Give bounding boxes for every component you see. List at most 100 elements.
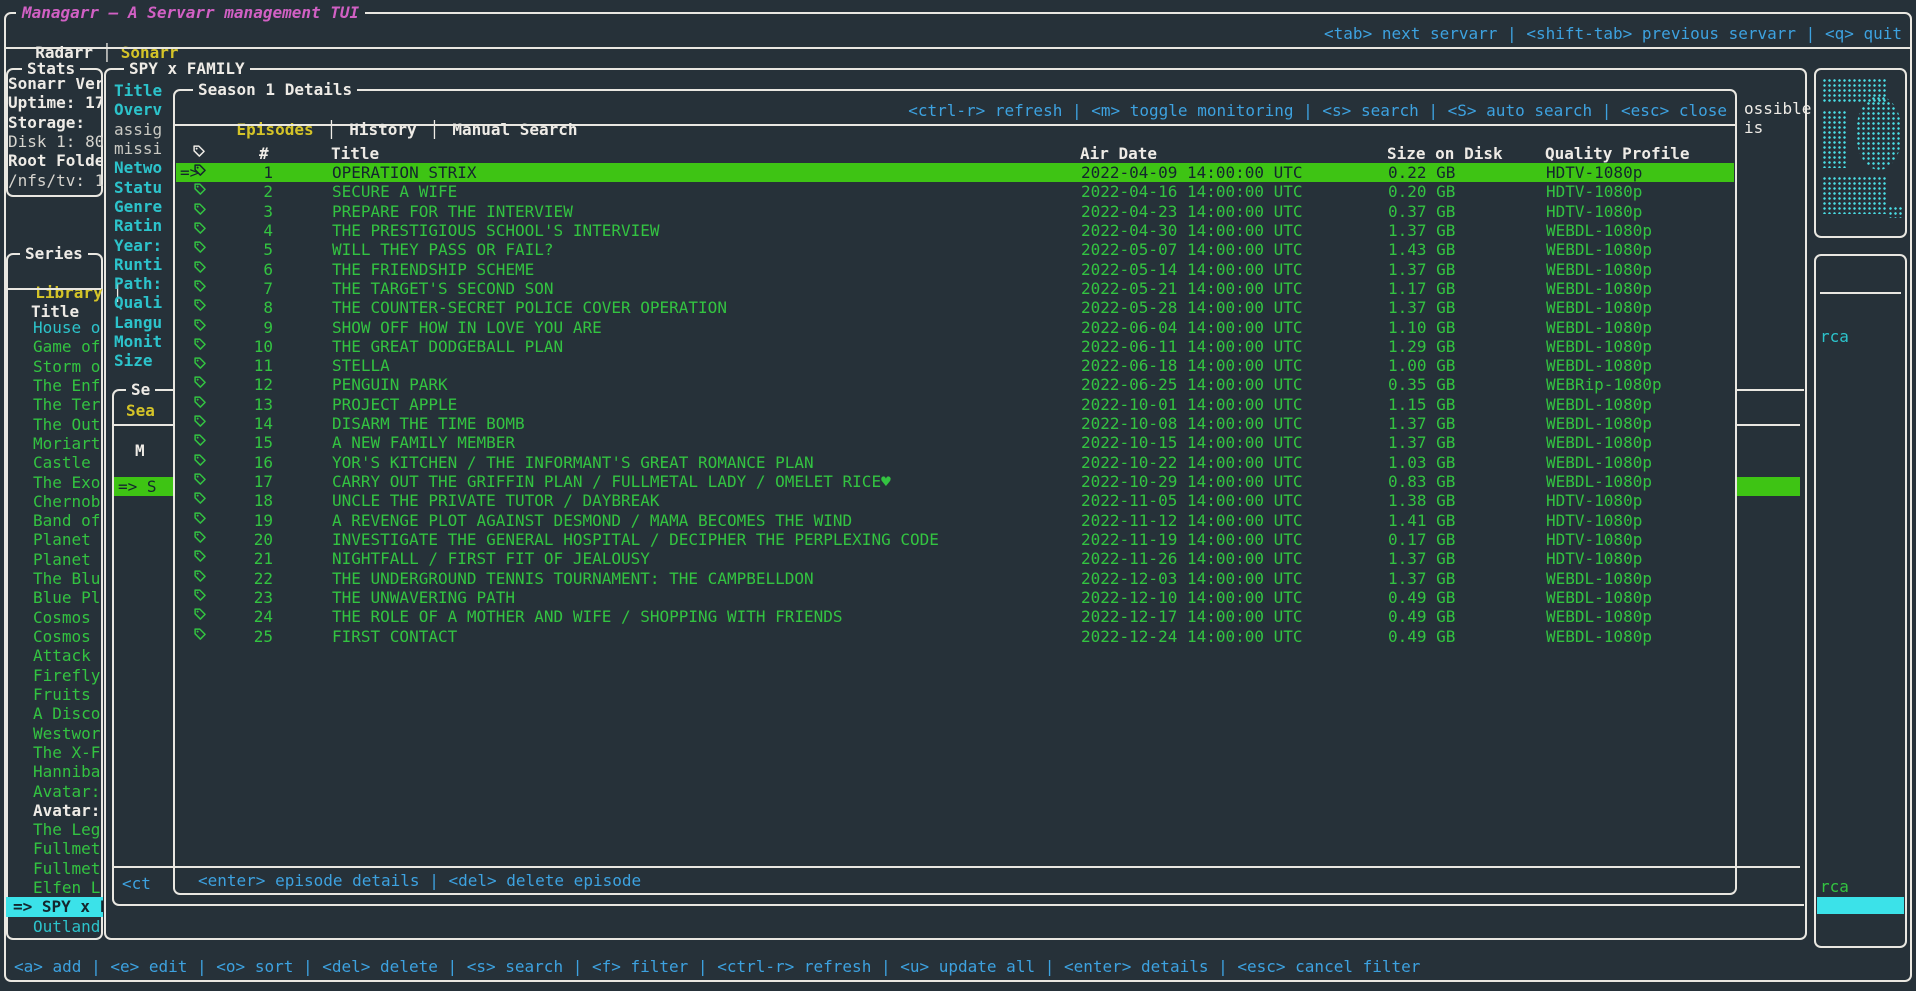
episode-row[interactable]: 21NIGHTFALL / FIRST FIT OF JEALOUSY2022-… bbox=[176, 549, 1734, 568]
episode-row[interactable]: 8THE COUNTER-SECRET POLICE COVER OPERATI… bbox=[176, 298, 1734, 317]
column-air-date: Air Date bbox=[1080, 144, 1157, 163]
episode-tag-icon bbox=[193, 511, 207, 525]
episode-row[interactable]: 18UNCLE THE PRIVATE TUTOR / DAYBREAK2022… bbox=[176, 491, 1734, 510]
episode-number: 3 bbox=[212, 202, 273, 221]
right-side-panel-separator bbox=[1820, 292, 1901, 294]
episode-row[interactable]: 9SHOW OFF HOW IN LOVE YOU ARE2022-06-04 … bbox=[176, 318, 1734, 337]
episode-row[interactable]: 14DISARM THE TIME BOMB2022-10-08 14:00:0… bbox=[176, 414, 1734, 433]
episode-row[interactable]: =>1OPERATION STRIX2022-04-09 14:00:00 UT… bbox=[176, 163, 1734, 182]
series-list-item[interactable]: Cosmos bbox=[6, 627, 103, 646]
series-list-item[interactable]: Fullmet bbox=[6, 839, 103, 858]
series-list-item[interactable]: The Ter bbox=[6, 395, 103, 414]
series-list-item[interactable]: Blue Pl bbox=[6, 588, 103, 607]
episode-air-date: 2022-12-24 14:00:00 UTC bbox=[1081, 627, 1303, 646]
series-list-item[interactable]: Fruits bbox=[6, 685, 103, 704]
series-list-item[interactable]: The Blu bbox=[6, 569, 103, 588]
series-list-item[interactable]: Chernob bbox=[6, 492, 103, 511]
episode-size: 0.35 GB bbox=[1388, 375, 1455, 394]
episode-title: THE FRIENDSHIP SCHEME bbox=[332, 260, 534, 279]
series-list-item[interactable]: The Exo bbox=[6, 473, 103, 492]
series-list-item[interactable]: The Enf bbox=[6, 376, 103, 395]
poster-art-dots bbox=[1822, 110, 1848, 168]
episode-tag-icon bbox=[193, 240, 207, 254]
series-list-item[interactable]: Avatar: bbox=[6, 782, 103, 801]
episode-row[interactable]: 22THE UNDERGROUND TENNIS TOURNAMENT: THE… bbox=[176, 569, 1734, 588]
episode-row[interactable]: 11STELLA2022-06-18 14:00:00 UTC1.00 GBWE… bbox=[176, 356, 1734, 375]
episode-air-date: 2022-10-15 14:00:00 UTC bbox=[1081, 433, 1303, 452]
episode-number: 24 bbox=[212, 607, 273, 626]
episode-size: 1.37 GB bbox=[1388, 549, 1455, 568]
episode-number: 17 bbox=[212, 472, 273, 491]
tab-library[interactable]: Library bbox=[35, 283, 102, 302]
episode-row[interactable]: 10THE GREAT DODGEBALL PLAN2022-06-11 14:… bbox=[176, 337, 1734, 356]
episode-row[interactable]: 17 CARRY OUT THE GRIFFIN PLAN / FULLMETAL… bbox=[176, 472, 1734, 491]
episode-quality-profile: WEBDL-1080p bbox=[1546, 298, 1652, 317]
episode-row[interactable]: 23THE UNWAVERING PATH2022-12-10 14:00:00… bbox=[176, 588, 1734, 607]
episode-title: NIGHTFALL / FIRST FIT OF JEALOUSY bbox=[332, 549, 650, 568]
series-list-item[interactable]: Planet bbox=[6, 530, 103, 549]
episode-title: A NEW FAMILY MEMBER bbox=[332, 433, 515, 452]
episode-row[interactable]: 4THE PRESTIGIOUS SCHOOL'S INTERVIEW2022-… bbox=[176, 221, 1734, 240]
episode-tag-icon bbox=[193, 414, 207, 428]
episode-quality-profile: WEBDL-1080p bbox=[1546, 627, 1652, 646]
series-list-item[interactable]: House o bbox=[6, 318, 103, 337]
episode-number: 8 bbox=[212, 298, 273, 317]
episode-row[interactable]: 19A REVENGE PLOT AGAINST DESMOND / MAMA … bbox=[176, 511, 1734, 530]
right-side-panel bbox=[1814, 254, 1907, 948]
series-list-item[interactable]: Avatar: bbox=[6, 801, 103, 820]
episode-row[interactable]: 6THE FRIENDSHIP SCHEME2022-05-14 14:00:0… bbox=[176, 260, 1734, 279]
series-list-item[interactable]: Planet bbox=[6, 550, 103, 569]
episode-title: THE ROLE OF A MOTHER AND WIFE / SHOPPING… bbox=[332, 607, 843, 626]
series-list-item[interactable]: Westwor bbox=[6, 724, 103, 743]
episode-row[interactable]: 15A NEW FAMILY MEMBER2022-10-15 14:00:00… bbox=[176, 433, 1734, 452]
stats-line: Storage: bbox=[8, 113, 103, 132]
episode-tag-icon bbox=[193, 202, 207, 216]
episode-row[interactable]: 3PREPARE FOR THE INTERVIEW2022-04-23 14:… bbox=[176, 202, 1734, 221]
episode-air-date: 2022-11-12 14:00:00 UTC bbox=[1081, 511, 1303, 530]
series-list-item[interactable]: The Leg bbox=[6, 820, 103, 839]
series-list-item[interactable]: Attack bbox=[6, 646, 103, 665]
episode-air-date: 2022-06-04 14:00:00 UTC bbox=[1081, 318, 1303, 337]
series-list-item[interactable]: A Disco bbox=[6, 704, 103, 723]
episode-size: 1.37 GB bbox=[1388, 298, 1455, 317]
episode-row[interactable]: 13PROJECT APPLE2022-10-01 14:00:00 UTC1.… bbox=[176, 395, 1734, 414]
episode-row[interactable]: 7THE TARGET'S SECOND SON2022-05-21 14:00… bbox=[176, 279, 1734, 298]
episode-title: THE UNDERGROUND TENNIS TOURNAMENT: THE C… bbox=[332, 569, 814, 588]
episode-quality-profile: HDTV-1080p bbox=[1546, 491, 1642, 510]
episode-tag-icon bbox=[193, 337, 207, 351]
poster-art-dots bbox=[1856, 96, 1902, 170]
season-details-separator bbox=[175, 124, 1735, 126]
episode-air-date: 2022-12-10 14:00:00 UTC bbox=[1081, 588, 1303, 607]
series-list-item[interactable]: The Out bbox=[6, 415, 103, 434]
series-list-item[interactable]: Moriart bbox=[6, 434, 103, 453]
episode-row[interactable]: 5WILL THEY PASS OR FAIL?2022-05-07 14:00… bbox=[176, 240, 1734, 259]
episode-row[interactable]: 2SECURE A WIFE2022-04-16 14:00:00 UTC0.2… bbox=[176, 182, 1734, 201]
episode-quality-profile: HDTV-1080p bbox=[1546, 202, 1642, 221]
series-list-item[interactable]: Band of bbox=[6, 511, 103, 530]
series-list-item[interactable]: Cosmos bbox=[6, 608, 103, 627]
series-list-item[interactable]: Castle bbox=[6, 453, 103, 472]
series-list-item[interactable]: Elfen L bbox=[6, 878, 103, 897]
episode-row[interactable]: 25FIRST CONTACT2022-12-24 14:00:00 UTC0.… bbox=[176, 627, 1734, 646]
app-title: Managarr – A Servarr management TUI bbox=[16, 3, 365, 22]
episode-size: 0.17 GB bbox=[1388, 530, 1455, 549]
series-list-item[interactable]: Firefly bbox=[6, 666, 103, 685]
episode-quality-profile: WEBDL-1080p bbox=[1546, 221, 1652, 240]
episode-title: PROJECT APPLE bbox=[332, 395, 457, 414]
seasons-selected-fragment: => S bbox=[118, 477, 157, 496]
series-list-item[interactable]: => SPY x F bbox=[6, 897, 103, 916]
episode-title: CARRY OUT THE GRIFFIN PLAN / FULLMETAL L… bbox=[332, 472, 891, 491]
series-list-item[interactable]: Fullmet bbox=[6, 859, 103, 878]
episode-row[interactable]: 16YOR'S KITCHEN / THE INFORMANT'S GREAT … bbox=[176, 453, 1734, 472]
episode-row[interactable]: 24 THE ROLE OF A MOTHER AND WIFE / SHOPPI… bbox=[176, 607, 1734, 626]
episode-row[interactable]: 20INVESTIGATE THE GENERAL HOSPITAL / DEC… bbox=[176, 530, 1734, 549]
series-list-item[interactable]: The X-F bbox=[6, 743, 103, 762]
episode-row[interactable]: 12PENGUIN PARK2022-06-25 14:00:00 UTC0.3… bbox=[176, 375, 1734, 394]
series-list-item[interactable]: Game of bbox=[6, 337, 103, 356]
series-list-item[interactable]: Outland bbox=[6, 917, 103, 936]
series-list-item[interactable]: Hanniba bbox=[6, 762, 103, 781]
stats-line: /nfs/tv: 1 bbox=[8, 171, 103, 190]
series-list-item[interactable]: Storm o bbox=[6, 357, 103, 376]
episode-air-date: 2022-10-22 14:00:00 UTC bbox=[1081, 453, 1303, 472]
seasons-tab-fragment[interactable]: Sea bbox=[126, 401, 155, 420]
